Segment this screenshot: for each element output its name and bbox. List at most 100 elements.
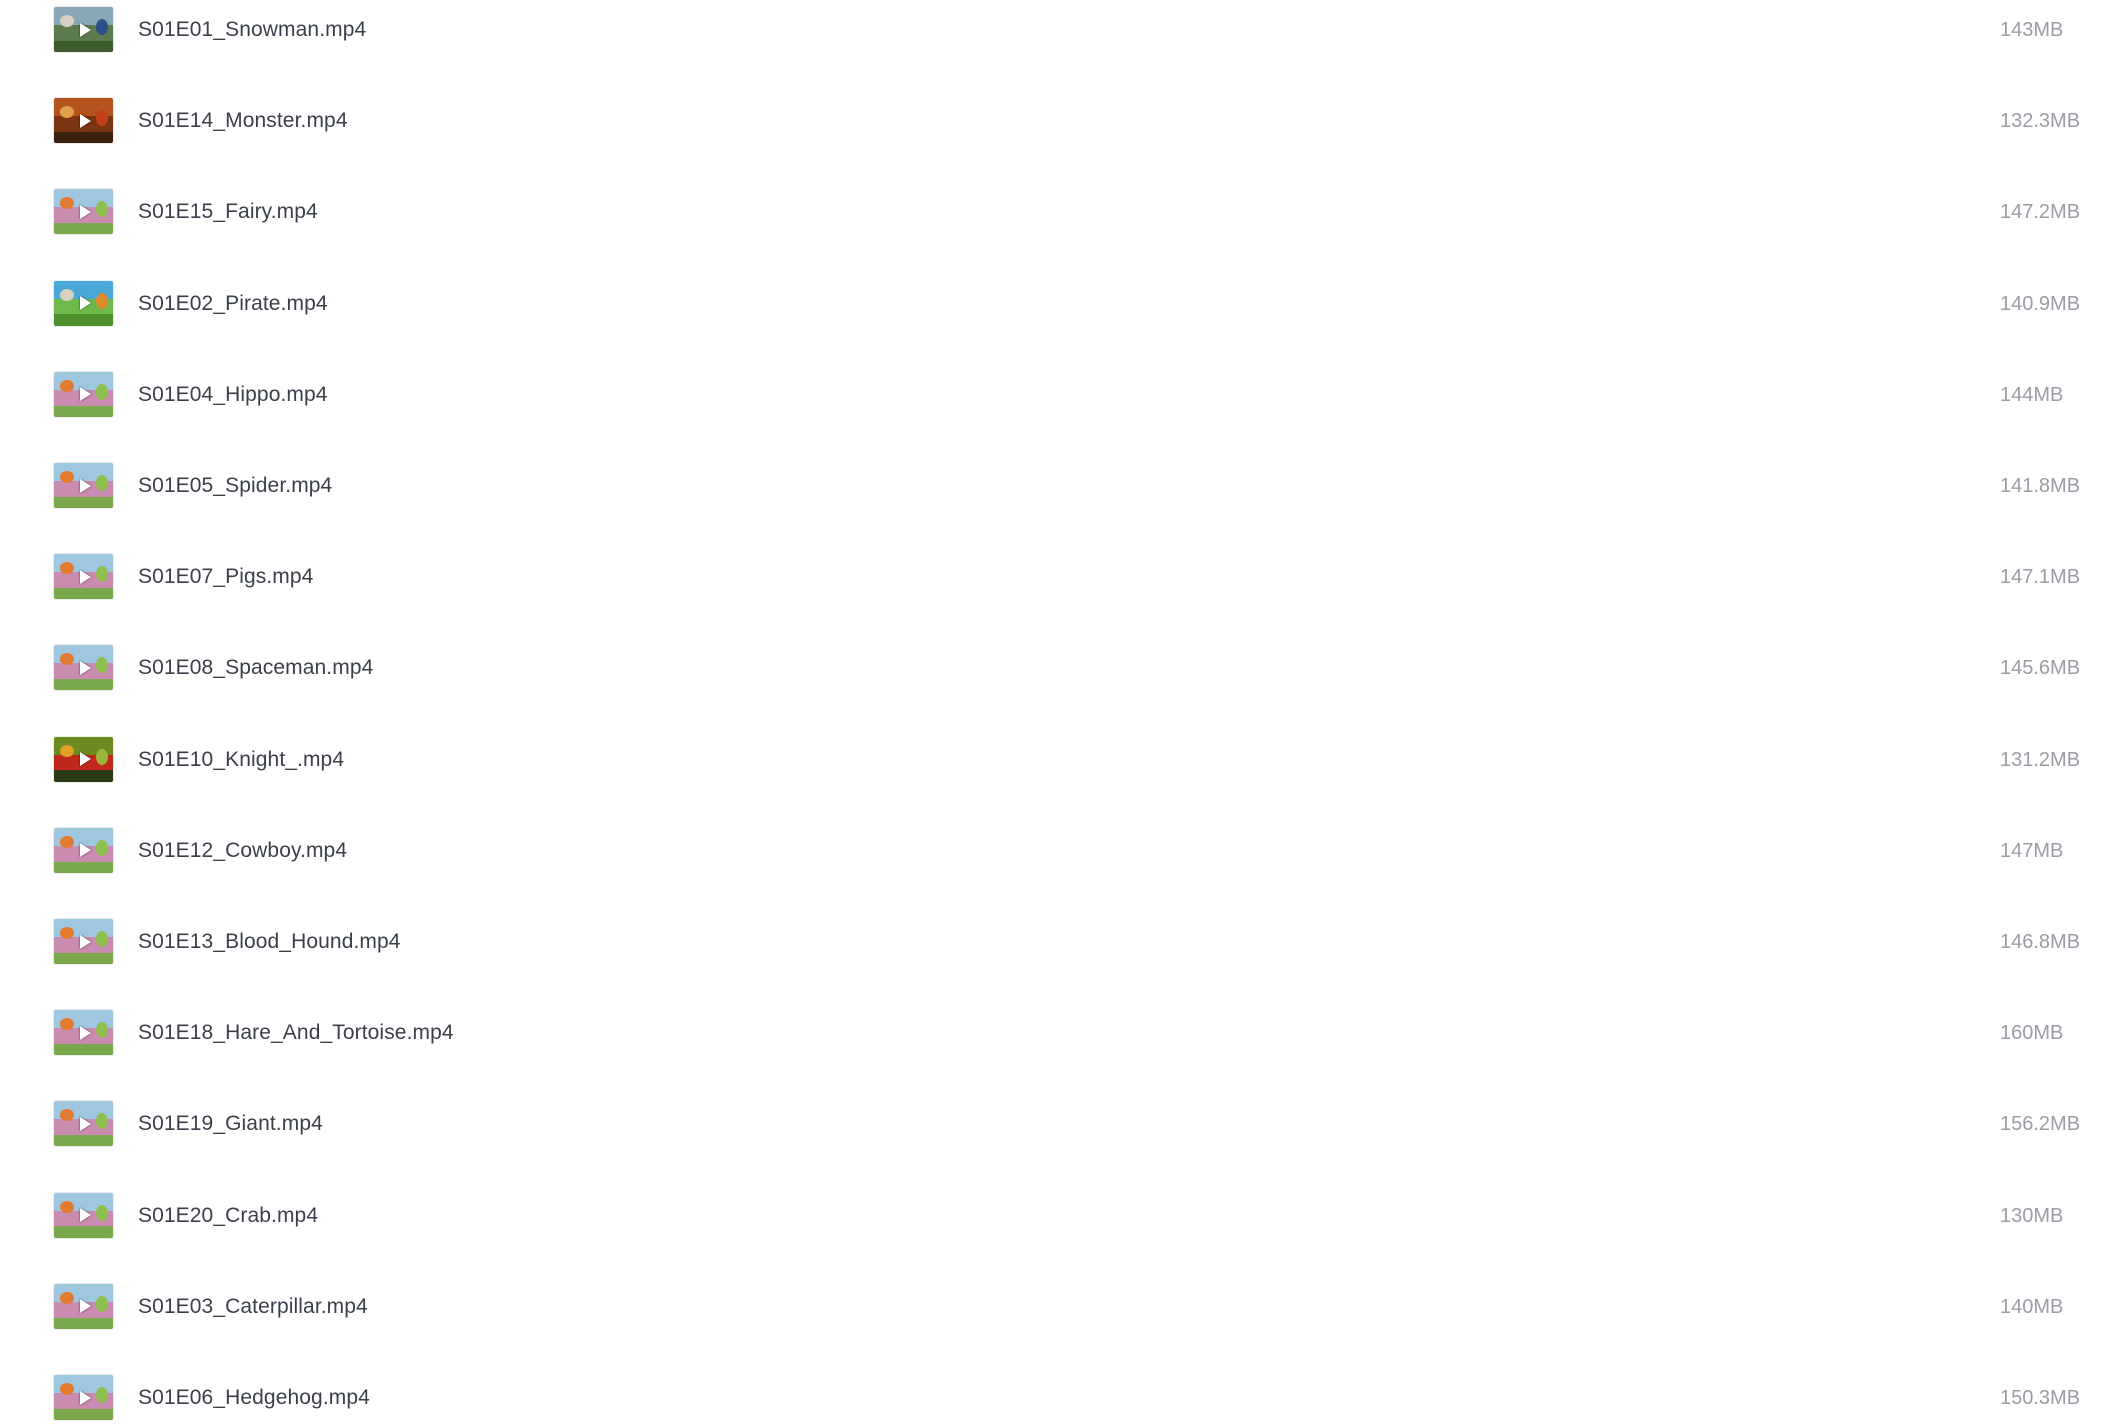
- file-size: 132.3MB: [2000, 110, 2081, 133]
- thumbnail-image-part: [60, 288, 74, 301]
- file-name[interactable]: S01E05_Spider.mp4: [138, 456, 332, 516]
- file-name[interactable]: S01E19_Giant.mp4: [138, 1094, 323, 1154]
- thumbnail-image-part: [54, 314, 113, 326]
- video-thumbnail[interactable]: [54, 1010, 113, 1056]
- file-row[interactable]: S01E14_Monster.mp4 132.3MB: [54, 91, 2080, 151]
- file-name[interactable]: S01E20_Crab.mp4: [138, 1186, 318, 1246]
- thumbnail-image-part: [60, 379, 74, 392]
- file-size: 147MB: [2000, 839, 2064, 862]
- file-size: 147.2MB: [2000, 201, 2081, 224]
- file-name[interactable]: S01E13_Blood_Hound.mp4: [138, 912, 401, 972]
- file-row[interactable]: S01E19_Giant.mp4 156.2MB: [54, 1094, 2080, 1154]
- thumbnail-image-part: [96, 1387, 108, 1403]
- play-icon[interactable]: [79, 1025, 91, 1040]
- file-name[interactable]: S01E04_Hippo.mp4: [138, 365, 328, 425]
- thumbnail-image-part: [96, 1295, 108, 1312]
- thumbnail-image-part: [96, 475, 108, 491]
- file-row[interactable]: S01E13_Blood_Hound.mp4 146.8MB: [54, 912, 2080, 972]
- file-name[interactable]: S01E03_Caterpillar.mp4: [138, 1277, 368, 1337]
- file-row[interactable]: S01E05_Spider.mp4 141.8MB: [54, 456, 2080, 516]
- file-size: 130MB: [2000, 1204, 2064, 1227]
- play-icon[interactable]: [79, 387, 91, 402]
- video-thumbnail[interactable]: [54, 1283, 113, 1329]
- file-row[interactable]: S01E06_Hedgehog.mp4 150.3MB: [54, 1368, 2080, 1428]
- thumbnail-image-part: [54, 770, 113, 782]
- thumbnail-image-part: [54, 131, 113, 144]
- file-name[interactable]: S01E01_Snowman.mp4: [138, 0, 366, 60]
- thumbnail-image-part: [54, 1317, 113, 1329]
- file-size: 143MB: [2000, 19, 2064, 41]
- thumbnail-image-part: [60, 471, 74, 483]
- thumbnail-image-part: [54, 496, 113, 508]
- file-name[interactable]: S01E07_Pigs.mp4: [138, 547, 313, 607]
- file-size: 140MB: [2000, 1295, 2064, 1318]
- thumbnail-image-part: [54, 587, 113, 600]
- file-size: 150.3MB: [2000, 1387, 2081, 1409]
- video-thumbnail[interactable]: [54, 1375, 113, 1420]
- file-name[interactable]: S01E08_Spaceman.mp4: [138, 638, 373, 698]
- thumbnail-image-part: [60, 1200, 74, 1213]
- video-thumbnail[interactable]: [54, 189, 113, 235]
- thumbnail-image-part: [54, 1135, 113, 1147]
- video-thumbnail[interactable]: [54, 554, 113, 600]
- thumbnail-image-part: [54, 861, 113, 873]
- play-icon[interactable]: [79, 22, 91, 37]
- file-row[interactable]: S01E10_Knight_.mp4 131.2MB: [54, 730, 2080, 790]
- thumbnail-image-part: [60, 835, 74, 848]
- file-name[interactable]: S01E15_Fairy.mp4: [138, 182, 318, 242]
- file-size: 140.9MB: [2000, 292, 2081, 315]
- video-thumbnail[interactable]: [54, 736, 113, 782]
- thumbnail-image-part: [54, 40, 113, 52]
- video-thumbnail[interactable]: [54, 1101, 113, 1147]
- file-row[interactable]: S01E18_Hare_And_Tortoise.mp4 160MB: [54, 1003, 2064, 1063]
- play-icon[interactable]: [79, 569, 91, 584]
- video-thumbnail[interactable]: [54, 7, 113, 52]
- video-thumbnail[interactable]: [54, 280, 113, 326]
- play-icon[interactable]: [79, 1299, 91, 1314]
- file-size: 156.2MB: [2000, 1113, 2081, 1136]
- file-name[interactable]: S01E06_Hedgehog.mp4: [138, 1368, 370, 1428]
- file-name[interactable]: S01E18_Hare_And_Tortoise.mp4: [138, 1003, 454, 1063]
- video-thumbnail[interactable]: [54, 827, 113, 873]
- file-row[interactable]: S01E08_Spaceman.mp4 145.6MB: [54, 638, 2080, 698]
- play-icon[interactable]: [79, 843, 91, 858]
- file-name[interactable]: S01E02_Pirate.mp4: [138, 274, 328, 334]
- file-row[interactable]: S01E20_Crab.mp4 130MB: [54, 1186, 2064, 1246]
- play-icon[interactable]: [79, 478, 91, 493]
- thumbnail-image-part: [96, 383, 108, 400]
- thumbnail-image-part: [60, 927, 74, 939]
- thumbnail-image-part: [54, 1408, 113, 1420]
- video-thumbnail[interactable]: [54, 1192, 113, 1238]
- video-thumbnail[interactable]: [54, 645, 113, 691]
- file-row[interactable]: S01E01_Snowman.mp4 143MB: [54, 0, 2064, 60]
- file-row[interactable]: S01E03_Caterpillar.mp4 140MB: [54, 1277, 2064, 1337]
- file-row[interactable]: S01E02_Pirate.mp4 140.9MB: [54, 274, 2080, 334]
- file-row[interactable]: S01E07_Pigs.mp4 147.1MB: [54, 547, 2080, 607]
- file-name[interactable]: S01E12_Cowboy.mp4: [138, 821, 347, 881]
- play-icon[interactable]: [79, 660, 91, 675]
- thumbnail-image-part: [96, 19, 108, 35]
- video-thumbnail[interactable]: [54, 463, 113, 508]
- thumbnail-image-part: [96, 292, 108, 309]
- play-icon[interactable]: [79, 296, 91, 311]
- video-thumbnail[interactable]: [54, 371, 113, 417]
- file-size: 146.8MB: [2000, 931, 2081, 953]
- video-thumbnail[interactable]: [54, 919, 113, 964]
- play-icon[interactable]: [79, 1116, 91, 1131]
- file-size: 160MB: [2000, 1022, 2064, 1045]
- play-icon[interactable]: [79, 752, 91, 767]
- play-icon[interactable]: [79, 1208, 91, 1223]
- thumbnail-image-part: [60, 15, 74, 27]
- file-name[interactable]: S01E10_Knight_.mp4: [138, 730, 344, 790]
- play-icon[interactable]: [79, 204, 91, 219]
- file-name[interactable]: S01E14_Monster.mp4: [138, 91, 348, 151]
- file-row[interactable]: S01E15_Fairy.mp4 147.2MB: [54, 182, 2080, 242]
- file-row[interactable]: S01E12_Cowboy.mp4 147MB: [54, 821, 2064, 881]
- thumbnail-image-part: [96, 839, 108, 856]
- play-icon[interactable]: [79, 1390, 91, 1405]
- file-row[interactable]: S01E04_Hippo.mp4 144MB: [54, 365, 2064, 425]
- video-thumbnail[interactable]: [54, 98, 113, 144]
- play-icon[interactable]: [79, 934, 91, 949]
- file-size: 141.8MB: [2000, 475, 2081, 497]
- play-icon[interactable]: [79, 113, 91, 128]
